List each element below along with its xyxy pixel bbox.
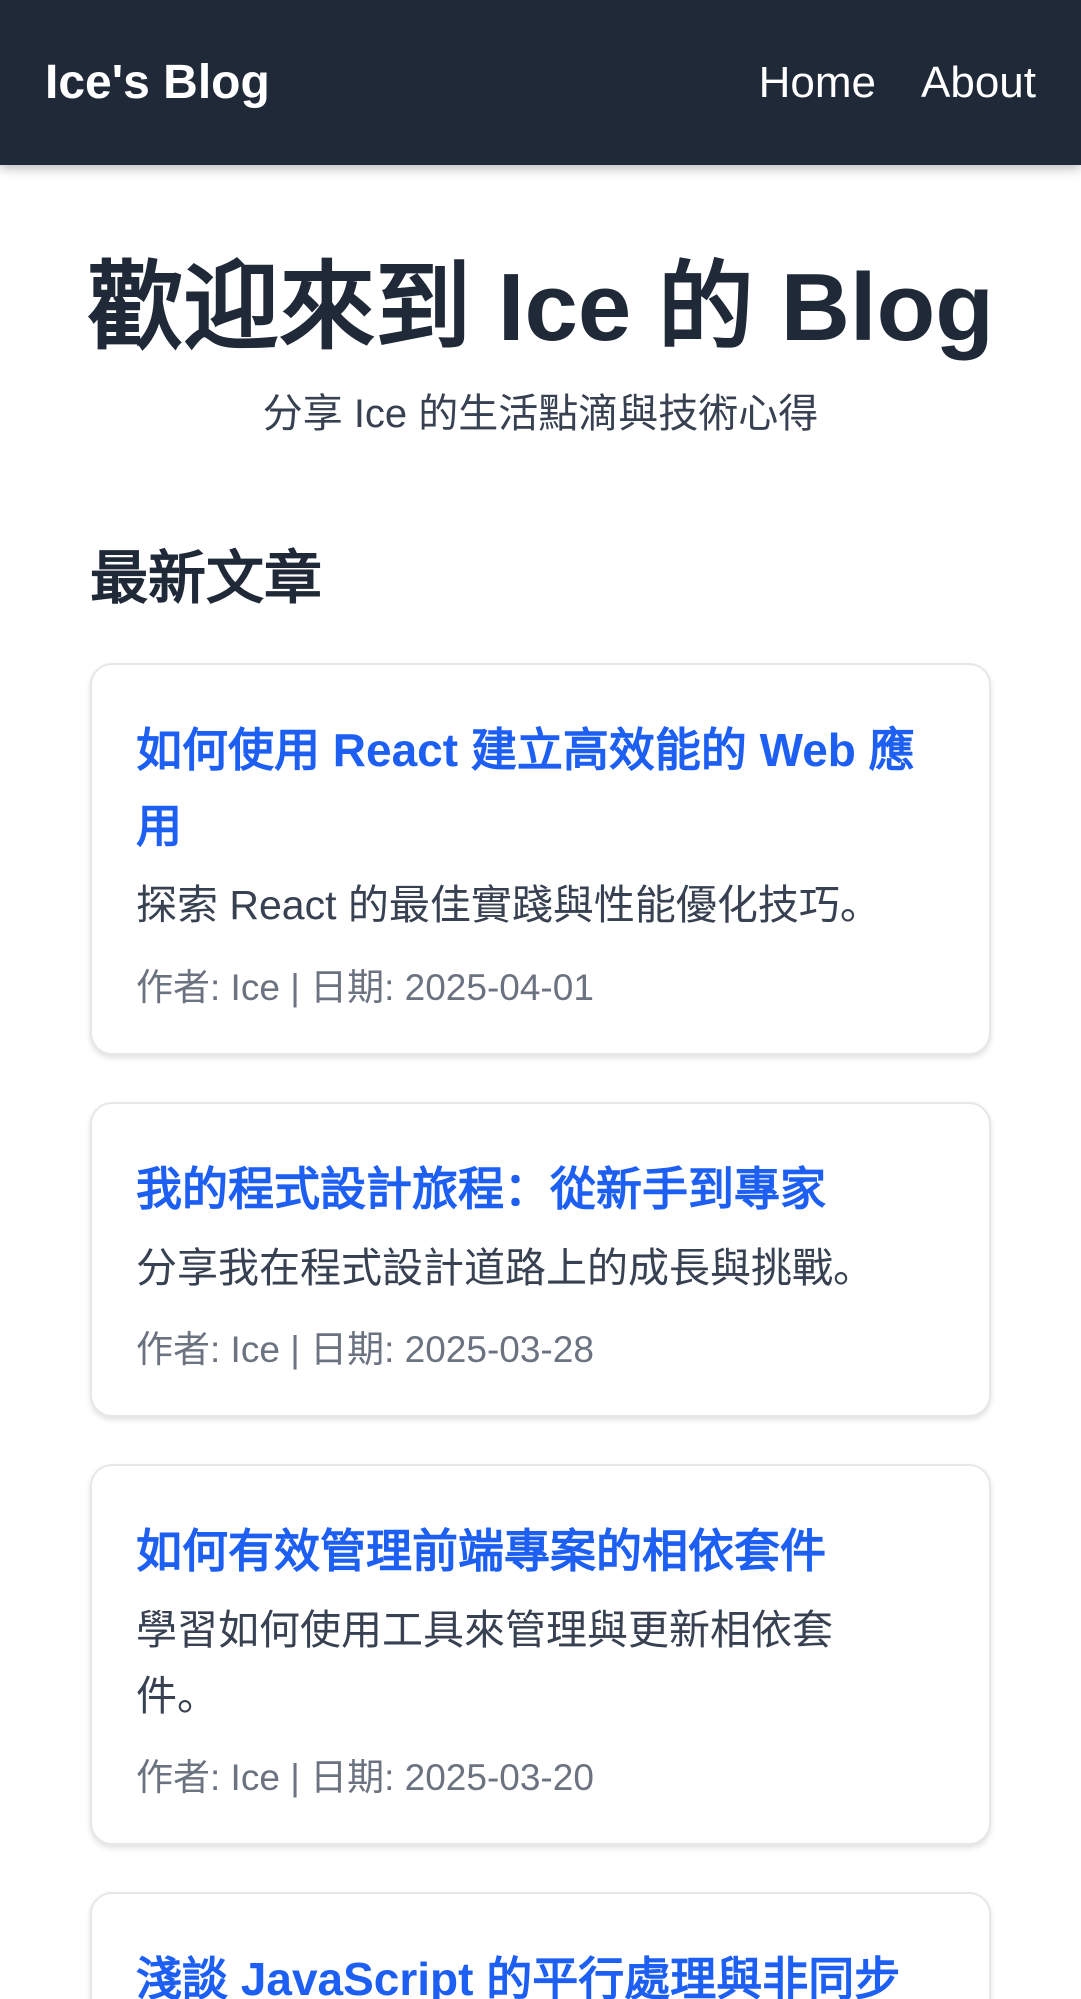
post-list: 如何使用 React 建立高效能的 Web 應用 探索 React 的最佳實踐與… — [90, 663, 991, 1999]
hero-section: 歡迎來到 Ice 的 Blog 分享 Ice 的生活點滴與技術心得 — [0, 165, 1081, 439]
post-excerpt: 探索 React 的最佳實踐與性能優化技巧。 — [136, 882, 881, 929]
post-title-link[interactable]: 淺談 JavaScript 的平行處理與非同步 — [136, 1942, 945, 1999]
post-title-link[interactable]: 如何有效管理前端專案的相依套件 — [136, 1514, 945, 1590]
post-card: 如何使用 React 建立高效能的 Web 應用 探索 React 的最佳實踐與… — [90, 663, 991, 1055]
post-card: 我的程式設計旅程：從新手到專家 分享我在程式設計道路上的成長與挑戰。 作者: I… — [90, 1101, 991, 1418]
brand-logo-link[interactable]: Ice's Blog — [45, 55, 270, 110]
section-title: 最新文章 — [90, 546, 323, 612]
top-navbar: Ice's Blog Home About — [0, 0, 1081, 165]
post-excerpt: 學習如何使用工具來管理與更新相依套件。 — [136, 1607, 833, 1719]
hero-title: 歡迎來到 Ice 的 Blog — [87, 254, 994, 361]
post-excerpt: 分享我在程式設計道路上的成長與挑戰。 — [136, 1244, 874, 1291]
post-card: 淺談 JavaScript 的平行處理與非同步 — [90, 1892, 991, 1999]
post-meta: 作者: Ice | 日期: 2025-03-20 — [136, 1757, 594, 1799]
hero-subtitle: 分享 Ice 的生活點滴與技術心得 — [262, 392, 819, 437]
post-title-link[interactable]: 我的程式設計旅程：從新手到專家 — [136, 1152, 945, 1228]
post-card: 如何有效管理前端專案的相依套件 學習如何使用工具來管理與更新相依套件。 作者: … — [90, 1464, 991, 1846]
post-meta: 作者: Ice | 日期: 2025-04-01 — [136, 966, 594, 1008]
post-title-link[interactable]: 如何使用 React 建立高效能的 Web 應用 — [136, 713, 945, 865]
nav-links: Home About — [759, 58, 1036, 108]
post-meta: 作者: Ice | 日期: 2025-03-28 — [136, 1329, 594, 1371]
nav-about-link[interactable]: About — [921, 58, 1036, 108]
nav-home-link[interactable]: Home — [759, 58, 876, 108]
latest-posts-section: 最新文章 如何使用 React 建立高效能的 Web 應用 探索 React 的… — [0, 531, 1081, 1999]
